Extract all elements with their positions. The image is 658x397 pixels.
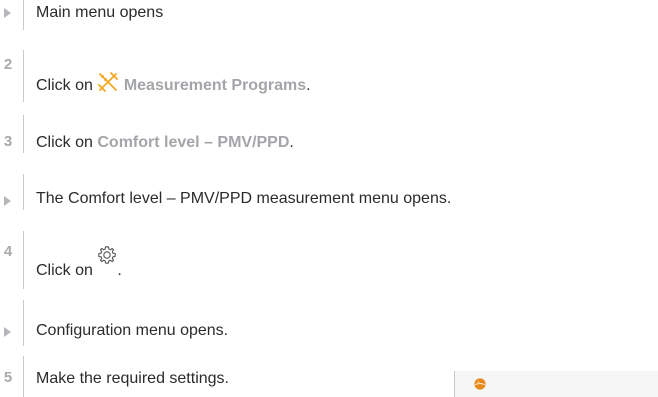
step-divider	[23, 356, 24, 397]
panel-divider	[454, 371, 455, 397]
step-text: Click on .	[36, 245, 122, 285]
step-suffix: .	[306, 77, 311, 94]
step-text: Main menu opens	[36, 4, 164, 21]
step-text: Click on Measurement Programs.	[36, 71, 311, 96]
settings-gear-icon[interactable]	[97, 245, 117, 265]
step-divider	[23, 231, 24, 289]
measurement-programs-icon[interactable]	[97, 71, 119, 93]
comfort-level-link[interactable]: Comfort level – PMV/PPD	[97, 134, 289, 151]
step-result-configuration-menu-opens: Configuration menu opens.	[0, 300, 658, 346]
step-prefix: Click on	[36, 262, 98, 279]
step-prefix: Click on	[36, 77, 98, 94]
result-arrow-icon	[4, 196, 11, 206]
step-2: 2 Click on Measurement Programs.	[0, 50, 658, 102]
step-number: 3	[3, 133, 13, 150]
step-divider	[23, 300, 24, 346]
step-divider	[23, 50, 24, 102]
step-suffix: .	[289, 134, 294, 151]
step-divider	[23, 174, 24, 210]
step-number: 4	[3, 243, 13, 260]
step-result-measurement-menu-opens: The Comfort level – PMV/PPD measurement …	[0, 174, 658, 210]
step-divider	[23, 115, 24, 153]
step-text: Configuration menu opens.	[36, 322, 229, 339]
result-arrow-icon	[4, 8, 11, 18]
step-suffix: .	[117, 262, 122, 279]
testo-logo-icon	[474, 378, 486, 390]
step-divider	[23, 0, 24, 30]
result-arrow-icon	[4, 327, 11, 337]
step-text: The Comfort level – PMV/PPD measurement …	[36, 190, 452, 207]
step-text: Make the required settings.	[36, 370, 229, 387]
measurement-programs-link[interactable]: Measurement Programs	[124, 77, 306, 94]
step-text: Click on Comfort level – PMV/PPD.	[36, 133, 294, 153]
step-4: 4 Click on .	[0, 231, 658, 289]
step-number: 2	[3, 56, 13, 73]
step-prefix: Click on	[36, 134, 98, 151]
step-number: 5	[3, 369, 13, 386]
step-result-main-menu-opens: Main menu opens	[0, 0, 658, 32]
step-3: 3 Click on Comfort level – PMV/PPD.	[0, 115, 658, 153]
